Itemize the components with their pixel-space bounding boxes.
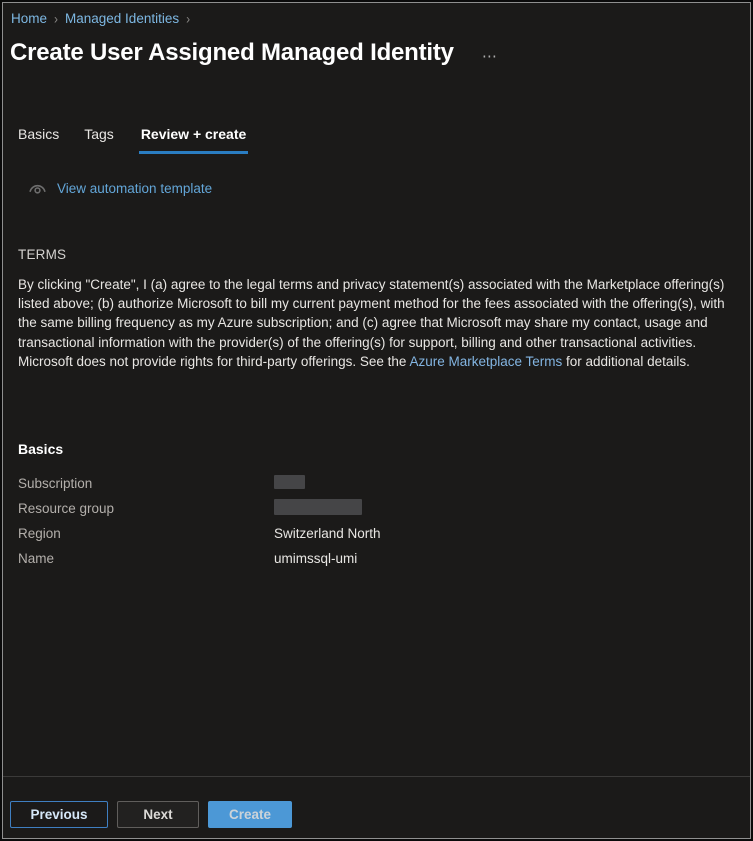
breadcrumb-managed-identities-link[interactable]: Managed Identities bbox=[65, 11, 179, 26]
region-value: Switzerland North bbox=[274, 526, 381, 541]
page-header: Create User Assigned Managed Identity ⋯ bbox=[10, 39, 500, 67]
breadcrumb-separator-icon: › bbox=[54, 10, 59, 27]
create-managed-identity-blade: Home › Managed Identities › Create User … bbox=[0, 0, 753, 841]
more-options-icon[interactable]: ⋯ bbox=[482, 43, 500, 64]
subscription-label: Subscription bbox=[18, 476, 93, 491]
previous-button[interactable]: Previous bbox=[10, 801, 108, 828]
summary-row-subscription: Subscription bbox=[18, 471, 732, 496]
summary-row-resource-group: Resource group bbox=[18, 496, 732, 521]
page-title: Create User Assigned Managed Identity bbox=[10, 39, 454, 66]
view-automation-template-label: View automation template bbox=[57, 181, 213, 196]
footer-buttons: Previous Next Create bbox=[10, 801, 292, 828]
wizard-footer: Previous Next Create bbox=[3, 776, 750, 838]
wizard-tabs: Basics Tags Review + create bbox=[18, 126, 249, 154]
breadcrumb-separator-icon: › bbox=[186, 10, 191, 27]
redacted-block bbox=[274, 475, 305, 489]
azure-marketplace-terms-link[interactable]: Azure Marketplace Terms bbox=[409, 354, 562, 369]
basics-section-heading: Basics bbox=[18, 441, 64, 457]
name-label: Name bbox=[18, 551, 55, 566]
terms-text: for additional details. bbox=[562, 353, 690, 369]
region-label: Region bbox=[18, 526, 61, 541]
name-value: umimssql-umi bbox=[274, 551, 358, 566]
breadcrumb: Home › Managed Identities › bbox=[11, 10, 191, 27]
tab-tags[interactable]: Tags bbox=[84, 126, 114, 154]
breadcrumb-home-link[interactable]: Home bbox=[11, 11, 47, 26]
eye-icon bbox=[28, 181, 47, 196]
redacted-block bbox=[274, 499, 362, 515]
summary-row-name: Name umimssql-umi bbox=[18, 546, 732, 571]
subscription-value-redacted bbox=[274, 475, 305, 492]
tab-review-create[interactable]: Review + create bbox=[138, 126, 249, 154]
create-button[interactable]: Create bbox=[208, 801, 292, 828]
resource-group-value-redacted bbox=[274, 499, 362, 518]
tab-basics[interactable]: Basics bbox=[18, 126, 59, 154]
basics-summary-table: Subscription Resource group Region Switz… bbox=[18, 471, 732, 571]
summary-row-region: Region Switzerland North bbox=[18, 521, 732, 546]
terms-heading: TERMS bbox=[18, 247, 67, 262]
terms-paragraph: By clicking "Create", I (a) agree to the… bbox=[18, 275, 732, 371]
next-button[interactable]: Next bbox=[117, 801, 199, 828]
view-automation-template-link[interactable]: View automation template bbox=[28, 181, 212, 196]
resource-group-label: Resource group bbox=[18, 501, 115, 516]
